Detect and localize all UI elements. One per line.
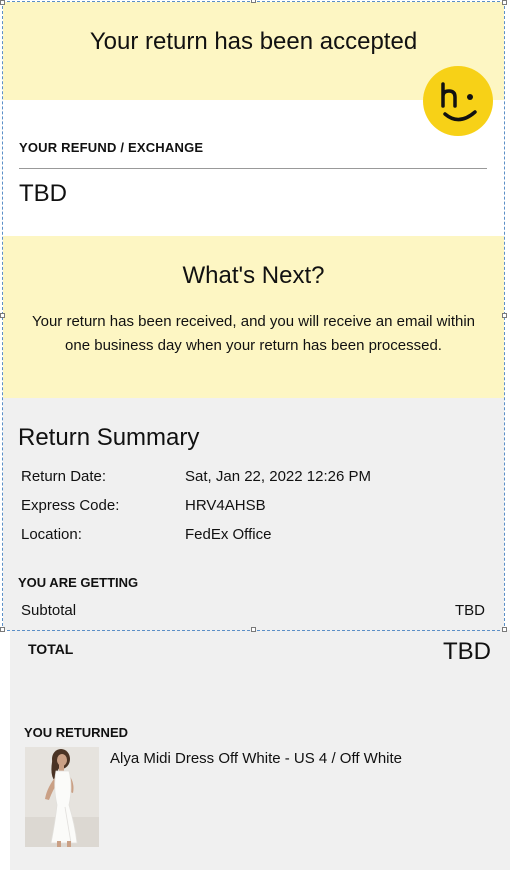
you-returned-label: YOU RETURNED [24, 725, 129, 740]
whats-next-section: What's Next? Your return has been receiv… [3, 236, 504, 398]
returned-items-section: TOTAL TBD YOU RETURNED Alya Midi Dress O… [10, 630, 510, 870]
resize-handle[interactable] [251, 627, 256, 632]
refund-value: TBD [19, 180, 67, 207]
you-are-getting-label: YOU ARE GETTING [18, 575, 139, 590]
summary-row-label: Express Code: [21, 497, 120, 514]
summary-row-value: Sat, Jan 22, 2022 12:26 PM [185, 468, 371, 485]
total-value: TBD [443, 638, 491, 665]
summary-row-value: FedEx Office [185, 526, 272, 543]
summary-row-value: HRV4AHSB [185, 497, 266, 514]
page-title: Your return has been accepted [89, 28, 418, 55]
resize-handle[interactable] [251, 0, 256, 3]
resize-handle[interactable] [502, 627, 507, 632]
product-image [25, 747, 99, 847]
resize-handle[interactable] [502, 313, 507, 318]
total-label: TOTAL [28, 641, 74, 657]
whats-next-heading: What's Next? [182, 262, 325, 289]
resize-handle[interactable] [0, 313, 5, 318]
refund-label: YOUR REFUND / EXCHANGE [19, 140, 204, 155]
return-summary-section: Return Summary Return Date: Sat, Jan 22,… [3, 398, 504, 630]
summary-row-label: Return Date: [21, 468, 107, 485]
subtotal-value: TBD [455, 602, 485, 619]
subtotal-label: Subtotal [21, 602, 77, 619]
whats-next-body: Your return has been received, and you w… [31, 313, 476, 354]
returned-item-name: Alya Midi Dress Off White - US 4 / Off W… [110, 750, 403, 767]
resize-handle[interactable] [0, 627, 5, 632]
brand-logo-icon [423, 66, 493, 136]
summary-row-label: Location: [21, 526, 82, 543]
return-summary-heading: Return Summary [18, 424, 200, 451]
divider [19, 168, 487, 169]
resize-handle[interactable] [0, 0, 5, 5]
resize-handle[interactable] [502, 0, 507, 5]
